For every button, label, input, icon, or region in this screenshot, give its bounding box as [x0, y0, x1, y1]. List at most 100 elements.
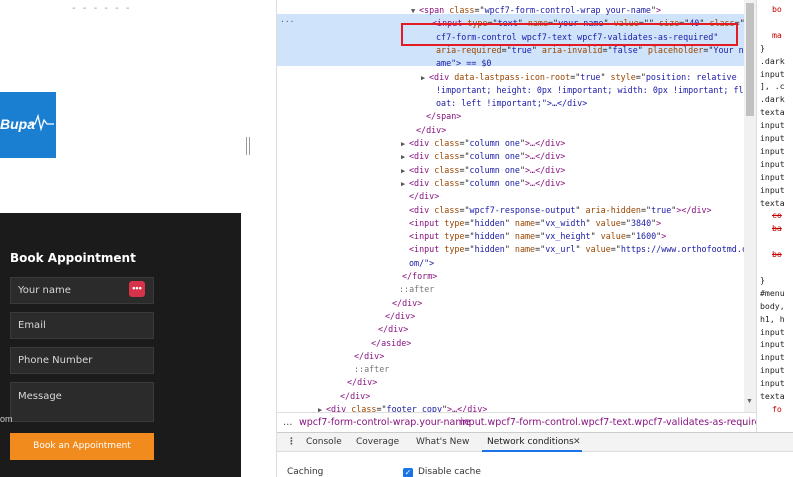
lastpass-icon[interactable]: ••• — [129, 281, 145, 297]
attr-name[interactable]: name — [510, 231, 535, 241]
attr-name[interactable]: class — [434, 151, 459, 161]
attr-value[interactable]: hidden — [475, 244, 505, 254]
attr-value[interactable]: true — [512, 45, 532, 55]
style-rule-line[interactable]: input — [760, 68, 785, 80]
styles-panel[interactable]: bo ma} .dark input], .c .dark texta input input… — [756, 0, 793, 477]
dom-node-line[interactable]: ▶ <div class="column one">…</div> — [401, 137, 565, 150]
style-rule-line[interactable]: h1, h — [760, 313, 785, 325]
style-rule-line[interactable]: bo — [772, 248, 782, 260]
dom-node-line[interactable]: </div> — [377, 310, 415, 323]
style-rule-line[interactable]: } — [760, 274, 765, 286]
style-rule-line[interactable]: texta — [760, 197, 785, 209]
attr-value[interactable]: vx_width — [545, 218, 585, 228]
dom-node-line[interactable]: ::after — [391, 283, 434, 296]
dom-node-line[interactable]: </div> — [339, 376, 377, 389]
style-rule-line[interactable]: input — [760, 351, 785, 363]
tab-coverage[interactable]: Coverage — [356, 433, 399, 452]
attr-value[interactable]: true — [580, 72, 600, 82]
book-appointment-button[interactable]: Book an Appointment — [10, 433, 154, 460]
dom-node-line[interactable]: ame"> == $0 — [428, 57, 491, 70]
style-rule-line[interactable]: input — [760, 184, 785, 196]
panel-splitter[interactable] — [241, 0, 277, 477]
attr-value[interactable]: vx_height — [545, 231, 590, 241]
dom-node-line[interactable]: ▶ <div class="column one">…</div> — [401, 164, 565, 177]
attr-name[interactable]: aria-invalid — [537, 45, 603, 55]
style-rule-line[interactable]: ba — [772, 222, 782, 234]
style-rule-line[interactable]: input — [760, 326, 785, 338]
disable-cache-label[interactable]: Disable cache — [418, 467, 481, 477]
attr-value[interactable]: Your n — [713, 45, 743, 55]
style-rule-line[interactable]: input — [760, 145, 785, 157]
email-field[interactable]: Email — [10, 312, 154, 339]
elements-panel[interactable]: ... ▼ <span class="wpcf7-form-control-wra… — [277, 0, 744, 412]
attr-value[interactable]: position: relative — [646, 72, 737, 82]
style-rule-line[interactable]: input — [760, 119, 785, 131]
attr-value[interactable]: column one — [470, 178, 520, 188]
style-rule-line[interactable]: texta — [760, 106, 785, 118]
dom-node-line[interactable]: </div> — [408, 124, 446, 137]
disable-cache-checkbox[interactable]: ✓ — [403, 468, 413, 477]
attr-value[interactable]: column one — [470, 138, 520, 148]
style-rule-line[interactable]: input — [760, 158, 785, 170]
attr-name[interactable]: type — [444, 244, 464, 254]
collapsed-triangle-icon[interactable]: ▶ — [401, 178, 409, 191]
style-rule-line[interactable]: input — [760, 377, 785, 389]
dom-node-line[interactable]: <input type="hidden" name="vx_height" va… — [401, 230, 666, 243]
attr-name[interactable]: aria-required — [436, 45, 502, 55]
attr-name[interactable]: value — [581, 244, 611, 254]
splitter-handle-icon[interactable] — [246, 137, 250, 155]
collapsed-triangle-icon[interactable]: ▶ — [401, 151, 409, 164]
style-rule-line[interactable]: ma — [772, 29, 782, 41]
attr-name[interactable]: type — [444, 231, 464, 241]
dom-node-line[interactable]: </div> — [384, 297, 422, 310]
breadcrumb-item[interactable]: wpcf7-form-control-wrap.your-name — [299, 413, 470, 432]
attr-value[interactable]: wpcf7-response-output — [470, 205, 576, 215]
attr-name[interactable]: class — [449, 5, 474, 15]
style-rule-line[interactable]: .dark — [760, 55, 785, 67]
style-rule-line[interactable]: ], .c — [760, 80, 785, 92]
dom-node-line[interactable]: om/"> — [401, 257, 434, 270]
collapsed-triangle-icon[interactable]: ▶ — [401, 165, 409, 178]
attr-name[interactable]: name — [510, 218, 535, 228]
dom-node-line[interactable]: ::after — [346, 363, 389, 376]
attr-value[interactable]: vx_url — [545, 244, 575, 254]
collapsed-triangle-icon[interactable]: ▶ — [401, 138, 409, 151]
dom-node-line[interactable]: ▼ <span class="wpcf7-form-control-wrap yo… — [411, 4, 661, 17]
breadcrumb-overflow-left[interactable]: … — [283, 413, 293, 432]
attr-name[interactable]: name — [510, 244, 535, 254]
dom-node-line[interactable]: ▶ <div class="column one">…</div> — [401, 177, 565, 190]
style-rule-line[interactable]: body, — [760, 300, 785, 312]
dom-node-line[interactable]: </aside> — [363, 337, 411, 350]
bupa-logo[interactable]: Bupa — [0, 92, 56, 158]
dom-node-line[interactable]: </div> — [332, 390, 370, 403]
elements-scrollbar[interactable]: ▼ — [744, 0, 756, 412]
attr-value[interactable]: column one — [470, 165, 520, 175]
collapsed-triangle-icon[interactable]: ▶ — [421, 72, 429, 85]
tab-console[interactable]: Console — [306, 433, 342, 452]
style-rule-line[interactable]: input — [760, 338, 785, 350]
dom-node-line[interactable]: <div class="wpcf7-response-output" aria-… — [401, 204, 712, 217]
attr-value[interactable]: column one — [470, 151, 520, 161]
attr-name[interactable]: data-lastpass-icon-root — [454, 72, 570, 82]
dom-node-line[interactable]: oat: left !important;">…</div> — [428, 97, 587, 110]
attr-value[interactable]: wpcf7-form-control-wrap your-name — [485, 5, 651, 15]
dom-node-line[interactable]: <input type="hidden" name="vx_width" val… — [401, 217, 661, 230]
attr-name[interactable]: class — [434, 138, 459, 148]
attr-value[interactable]: hidden — [475, 231, 505, 241]
drawer-menu-icon[interactable]: ⋮ — [287, 433, 296, 452]
attr-name[interactable]: value — [591, 218, 621, 228]
dom-node-line[interactable]: ▶ <div class="column one">…</div> — [401, 150, 565, 163]
style-rule-line[interactable]: bo — [772, 3, 782, 15]
attr-name[interactable]: class — [434, 178, 459, 188]
attr-name[interactable]: type — [444, 218, 464, 228]
dom-node-line[interactable]: </form> — [394, 270, 437, 283]
attr-name[interactable]: class — [351, 404, 376, 412]
scrollbar-thumb[interactable] — [746, 3, 754, 116]
attr-name[interactable]: class — [434, 165, 459, 175]
style-rule-line[interactable]: co — [772, 209, 782, 221]
message-field[interactable]: Message — [10, 382, 154, 422]
breadcrumb-item-current[interactable]: input.wpcf7-form-control.wpcf7-text.wpcf… — [460, 413, 756, 432]
attr-value[interactable]: 1600 — [636, 231, 656, 241]
breadcrumb-overflow-right[interactable]: … — [739, 413, 749, 432]
attr-value[interactable]: false — [613, 45, 638, 55]
